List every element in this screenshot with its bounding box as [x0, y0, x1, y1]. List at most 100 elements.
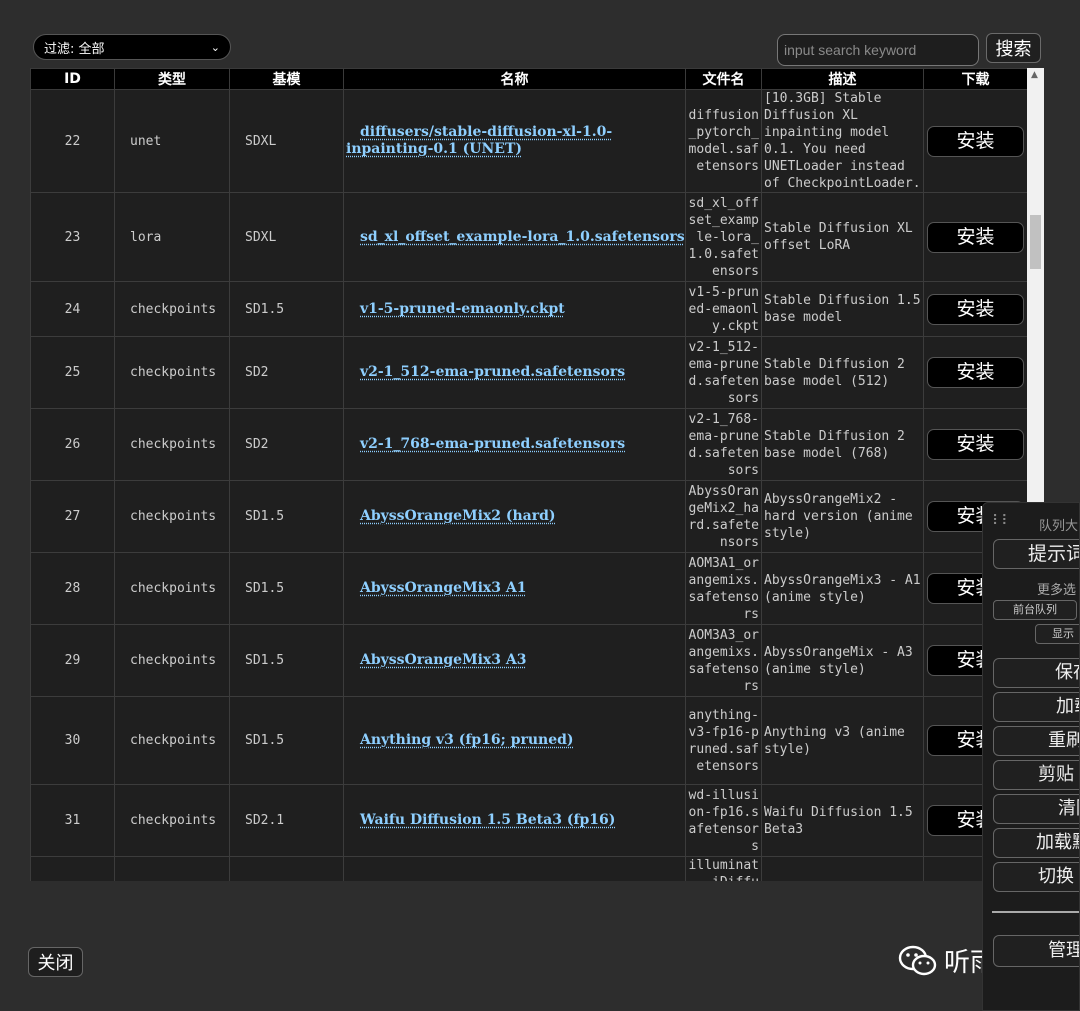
model-table: ID 类型 基模 名称 文件名 描述 下载 22 unet SDXL diffu… — [30, 68, 1027, 881]
front-queue-button[interactable]: 前台队列 — [993, 600, 1077, 620]
table-row: 23 lora SDXL sd_xl_offset_example-lora_1… — [30, 192, 1027, 282]
table-row: 24 checkpoints SD1.5 v1-5-pruned-emaonly… — [30, 281, 1027, 337]
cell-file: v2-1_512-ema-pruned.safetensors — [685, 336, 762, 409]
model-link[interactable]: AbyssOrangeMix3 A1 — [360, 580, 526, 596]
model-link[interactable]: v1-5-pruned-emaonly.ckpt — [360, 301, 565, 317]
queue-panel-title: 队列大 — [1039, 519, 1079, 534]
cell-type — [114, 856, 230, 881]
filter-value: 过滤: 全部 — [44, 41, 105, 57]
cell-base: SD2 — [229, 408, 344, 481]
install-button[interactable]: 安装 — [927, 293, 1024, 325]
model-link[interactable]: v2-1_768-ema-pruned.safetensors — [360, 436, 625, 452]
cell-base: SD2 — [229, 336, 344, 409]
cell-name: Waifu Diffusion 1.5 Beta3 (fp16) — [343, 784, 686, 857]
cell-name: v2-1_768-ema-pruned.safetensors — [343, 408, 686, 481]
cell-base: SD2.1 — [229, 784, 344, 857]
model-link[interactable]: sd_xl_offset_example-lora_1.0.safetensor… — [360, 229, 685, 245]
header-type[interactable]: 类型 — [114, 68, 230, 90]
cell-type: lora — [114, 192, 230, 282]
model-link[interactable]: AbyssOrangeMix3 A3 — [360, 652, 526, 668]
search-input[interactable] — [777, 34, 979, 66]
cell-type: checkpoints — [114, 281, 230, 337]
cell-id: 31 — [30, 784, 115, 857]
toggle-button[interactable]: 切换 — [993, 862, 1079, 892]
scrollbar-thumb[interactable] — [1030, 215, 1041, 269]
table-row: 30 checkpoints SD1.5 Anything v3 (fp16; … — [30, 696, 1027, 785]
cell-type: checkpoints — [114, 480, 230, 553]
table-row: 27 checkpoints SD1.5 AbyssOrangeMix2 (ha… — [30, 480, 1027, 553]
cell-desc: Stable Diffusion 1.5 base model — [761, 281, 924, 337]
cell-desc: Stable Diffusion 2 base model (512) — [761, 336, 924, 409]
cell-id: 28 — [30, 552, 115, 625]
prompt-button[interactable]: 提示词 — [993, 539, 1079, 569]
cell-name — [343, 856, 686, 881]
table-row: illuminatiDiffu — [30, 856, 1027, 881]
cell-id — [30, 856, 115, 881]
cell-file: AOM3A3_orangemixs.safetensors — [685, 624, 762, 697]
drag-handle-icon[interactable]: ⠇⠇ — [992, 513, 1011, 529]
model-link[interactable]: Waifu Diffusion 1.5 Beta3 (fp16) — [360, 812, 615, 828]
model-link[interactable]: AbyssOrangeMix2 (hard) — [360, 508, 556, 524]
manager-button[interactable]: 管理 — [993, 935, 1079, 967]
cell-name: v1-5-pruned-emaonly.ckpt — [343, 281, 686, 337]
model-link[interactable]: v2-1_512-ema-pruned.safetensors — [360, 364, 625, 380]
install-button[interactable]: 安装 — [927, 221, 1024, 253]
refresh-button[interactable]: 重刷 — [993, 726, 1079, 756]
cell-base: SD1.5 — [229, 281, 344, 337]
cell-file: v2-1_768-ema-pruned.safetensors — [685, 408, 762, 481]
wechat-icon — [898, 945, 937, 975]
close-button[interactable]: 关闭 — [28, 947, 83, 977]
cell-name: diffusers/stable-diffusion-xl-1.0-inpain… — [343, 89, 686, 193]
header-download[interactable]: 下载 — [923, 68, 1027, 90]
clear-button[interactable]: 清除 — [993, 794, 1079, 824]
cell-base: SDXL — [229, 192, 344, 282]
cell-type: checkpoints — [114, 552, 230, 625]
cell-type: checkpoints — [114, 784, 230, 857]
cell-base: SD1.5 — [229, 624, 344, 697]
cell-name: AbyssOrangeMix3 A1 — [343, 552, 686, 625]
scroll-up-arrow-icon[interactable]: ▲ — [1031, 70, 1038, 80]
header-name[interactable]: 名称 — [343, 68, 686, 90]
cell-file: v1-5-pruned-emaonly.ckpt — [685, 281, 762, 337]
cell-download: 安装 — [923, 281, 1027, 337]
cell-base — [229, 856, 344, 881]
model-table-container[interactable]: ID 类型 基模 名称 文件名 描述 下载 22 unet SDXL diffu… — [30, 68, 1027, 881]
filter-select[interactable]: 过滤: 全部 ⌄ — [33, 34, 231, 60]
queue-panel: ⠇⠇ 队列大 提示词 更多选 前台队列 显示 保存 加载 重刷 剪贴 清除 加载… — [982, 502, 1080, 1011]
load-default-button[interactable]: 加载默 — [993, 828, 1079, 858]
load-button[interactable]: 加载 — [993, 692, 1079, 722]
model-link[interactable]: Anything v3 (fp16; pruned) — [360, 732, 574, 748]
header-base[interactable]: 基模 — [229, 68, 344, 90]
save-button[interactable]: 保存 — [993, 658, 1079, 688]
cell-name: AbyssOrangeMix2 (hard) — [343, 480, 686, 553]
model-link[interactable]: diffusers/stable-diffusion-xl-1.0-inpain… — [346, 124, 612, 157]
cell-id: 30 — [30, 696, 115, 785]
cell-id: 23 — [30, 192, 115, 282]
cell-id: 25 — [30, 336, 115, 409]
chevron-down-icon: ⌄ — [210, 40, 220, 54]
cell-download: 安装 — [923, 192, 1027, 282]
cell-file: anything-v3-fp16-pruned.safetensors — [685, 696, 762, 785]
search-button[interactable]: 搜索 — [986, 33, 1041, 63]
header-id[interactable]: ID — [30, 68, 115, 90]
cell-type: checkpoints — [114, 408, 230, 481]
header-desc[interactable]: 描述 — [761, 68, 924, 90]
more-options-label: 更多选 — [1037, 583, 1077, 598]
install-button[interactable]: 安装 — [927, 357, 1024, 388]
table-row: 22 unet SDXL diffusers/stable-diffusion-… — [30, 89, 1027, 193]
install-button[interactable]: 安装 — [927, 125, 1024, 157]
clipspace-button[interactable]: 剪贴 — [993, 760, 1079, 790]
cell-type: unet — [114, 89, 230, 193]
cell-base: SD1.5 — [229, 696, 344, 785]
cell-name: AbyssOrangeMix3 A3 — [343, 624, 686, 697]
cell-type: checkpoints — [114, 696, 230, 785]
cell-base: SDXL — [229, 89, 344, 193]
cell-download: 安装 — [923, 408, 1027, 481]
cell-desc: Stable Diffusion XL offset LoRA — [761, 192, 924, 282]
header-file[interactable]: 文件名 — [685, 68, 762, 90]
cell-name: sd_xl_offset_example-lora_1.0.safetensor… — [343, 192, 686, 282]
table-row: 31 checkpoints SD2.1 Waifu Diffusion 1.5… — [30, 784, 1027, 857]
cell-download: 安装 — [923, 89, 1027, 193]
show-button[interactable]: 显示 — [1035, 624, 1079, 644]
install-button[interactable]: 安装 — [927, 429, 1024, 460]
